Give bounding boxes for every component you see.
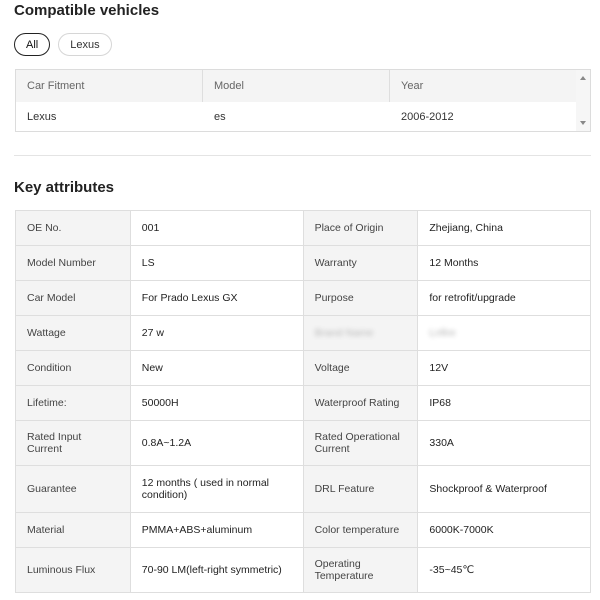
section-divider bbox=[14, 155, 591, 156]
key-attributes-title: Key attributes bbox=[14, 179, 115, 196]
attr-value: IP68 bbox=[417, 385, 591, 421]
attr-key: Warranty bbox=[302, 245, 419, 281]
attr-key: Luminous Flux bbox=[15, 547, 131, 593]
attr-key-blurred: Brand Name bbox=[302, 315, 419, 351]
attr-key: Operating Temperature bbox=[302, 547, 419, 593]
table-row: Lexus es 2006-2012 bbox=[16, 102, 590, 131]
attr-value: 27 w bbox=[129, 315, 304, 351]
attr-key: Voltage bbox=[302, 350, 419, 386]
table-row: Rated Input Current 0.8A~1.2A Rated Oper… bbox=[15, 420, 591, 466]
attr-key: Waterproof Rating bbox=[302, 385, 419, 421]
blurred-value-text: Lnfire bbox=[429, 327, 456, 339]
attr-value: PMMA+ABS+aluminum bbox=[129, 512, 304, 548]
compatible-vehicles-title: Compatible vehicles bbox=[14, 2, 160, 19]
table-row: Wattage 27 w Brand Name Lnfire bbox=[15, 315, 591, 351]
scroll-down-icon[interactable] bbox=[580, 121, 586, 125]
attr-value: 12 months ( used in normal condition) bbox=[129, 465, 304, 513]
fitment-cell-model: es bbox=[214, 111, 226, 123]
attr-value: 0.8A~1.2A bbox=[129, 420, 304, 466]
attr-key: DRL Feature bbox=[302, 465, 419, 513]
fitment-header-car: Car Fitment bbox=[16, 70, 203, 102]
table-row: Model Number LS Warranty 12 Months bbox=[15, 245, 591, 281]
attr-key: Car Model bbox=[15, 280, 131, 316]
attr-key: Rated Input Current bbox=[15, 420, 131, 466]
attr-value-blurred: Lnfire bbox=[417, 315, 591, 351]
attr-value: 12V bbox=[417, 350, 591, 386]
chip-all[interactable]: All bbox=[14, 33, 51, 56]
attr-value: New bbox=[129, 350, 304, 386]
chip-lexus[interactable]: Lexus bbox=[58, 33, 112, 56]
table-row: Condition New Voltage 12V bbox=[15, 350, 591, 386]
attr-key: Purpose bbox=[302, 280, 419, 316]
table-row: Guarantee 12 months ( used in normal con… bbox=[15, 465, 591, 513]
table-row: OE No. 001 Place of Origin Zhejiang, Chi… bbox=[15, 210, 591, 246]
attr-key: Wattage bbox=[15, 315, 131, 351]
table-row: Material PMMA+ABS+aluminum Color tempera… bbox=[15, 512, 591, 548]
attr-value: Shockproof & Waterproof bbox=[417, 465, 591, 513]
blurred-key-text: Brand Name bbox=[314, 327, 374, 339]
table-row: Lifetime: 50000H Waterproof Rating IP68 bbox=[15, 385, 591, 421]
attr-key: Material bbox=[15, 512, 131, 548]
table-row: Luminous Flux 70-90 LM(left-right symmet… bbox=[15, 547, 591, 593]
attr-value: 70-90 LM(left-right symmetric) bbox=[129, 547, 304, 593]
attr-value: for retrofit/upgrade bbox=[417, 280, 591, 316]
fitment-header-year: Year bbox=[390, 70, 579, 102]
attr-key: Rated Operational Current bbox=[302, 420, 419, 466]
scroll-up-icon[interactable] bbox=[580, 76, 586, 80]
fitment-scrollbar[interactable] bbox=[576, 70, 590, 131]
fitment-cell-car: Lexus bbox=[27, 111, 57, 123]
vehicle-filter-chips: All Lexus bbox=[14, 33, 112, 56]
attr-value: 001 bbox=[129, 210, 304, 246]
attr-value: -35~45℃ bbox=[417, 547, 591, 593]
attr-key: Guarantee bbox=[15, 465, 131, 513]
attr-key: OE No. bbox=[15, 210, 131, 246]
attr-value: 12 Months bbox=[417, 245, 591, 281]
attributes-table: OE No. 001 Place of Origin Zhejiang, Chi… bbox=[15, 210, 591, 593]
attr-key: Model Number bbox=[15, 245, 131, 281]
attr-value: 6000K-7000K bbox=[417, 512, 591, 548]
attr-key: Color temperature bbox=[302, 512, 419, 548]
table-row: Car Model For Prado Lexus GX Purpose for… bbox=[15, 280, 591, 316]
fitment-table: Car Fitment Model Year Lexus es 2006-201… bbox=[15, 69, 591, 132]
attr-value: Zhejiang, China bbox=[417, 210, 591, 246]
fitment-header-row: Car Fitment Model Year bbox=[16, 70, 590, 102]
attr-key: Condition bbox=[15, 350, 131, 386]
attr-value: 330A bbox=[417, 420, 591, 466]
attr-key: Place of Origin bbox=[302, 210, 419, 246]
fitment-header-model: Model bbox=[203, 70, 390, 102]
attr-key: Lifetime: bbox=[15, 385, 131, 421]
attr-value: For Prado Lexus GX bbox=[129, 280, 304, 316]
fitment-cell-year: 2006-2012 bbox=[401, 111, 454, 123]
attr-value: LS bbox=[129, 245, 304, 281]
attr-value: 50000H bbox=[129, 385, 304, 421]
